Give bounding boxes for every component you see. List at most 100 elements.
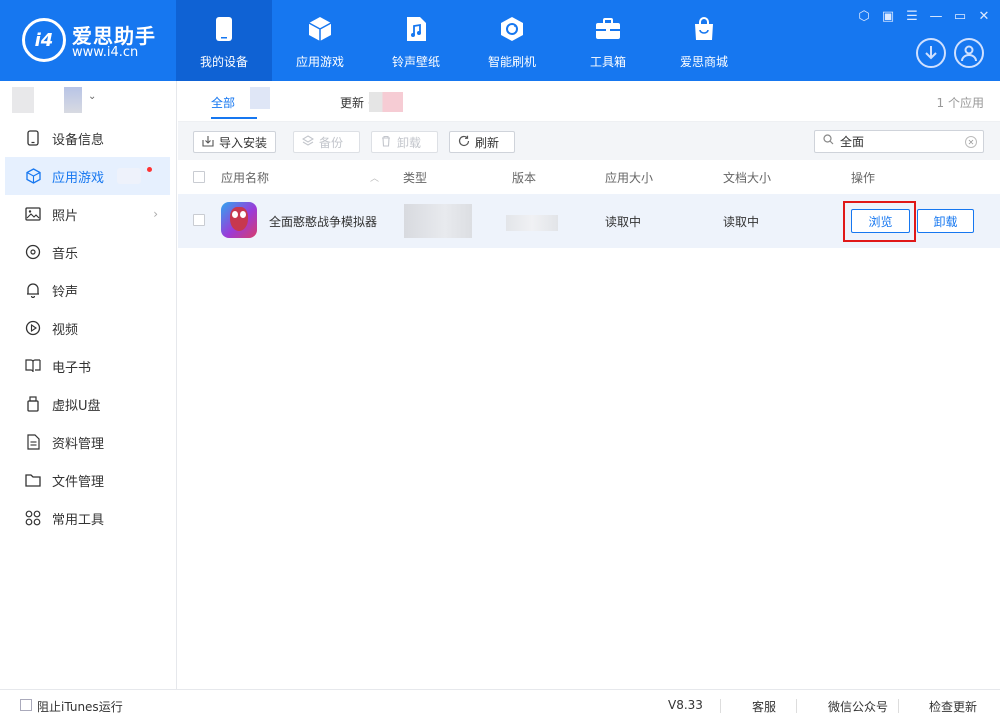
nav-my-device[interactable]: 我的设备	[176, 0, 272, 81]
sidebar-item-label: 应用游戏	[52, 170, 105, 186]
maximize-icon[interactable]: ▭	[952, 8, 968, 24]
nav-apps-games[interactable]: 应用游戏	[272, 0, 368, 81]
divider	[898, 699, 899, 713]
row-checkbox[interactable]	[193, 214, 205, 226]
col-type[interactable]: 类型	[403, 169, 427, 186]
highlight-annotation-box	[843, 201, 916, 242]
skin-icon[interactable]: ⬡	[856, 8, 872, 24]
nav-ringtones-wallpapers[interactable]: 铃声壁纸	[368, 0, 464, 81]
phone-outline-icon	[25, 130, 41, 146]
cube-icon	[306, 15, 334, 43]
backup-icon	[301, 134, 315, 150]
block-itunes-label: 阻止iTunes运行	[37, 700, 123, 714]
nav-smart-flash[interactable]: 智能刷机	[464, 0, 560, 81]
search-box: ✕	[814, 130, 984, 153]
col-app-name[interactable]: 应用名称	[221, 169, 269, 186]
nav-label: 工具箱	[589, 55, 626, 69]
chevron-right-icon: ›	[153, 207, 158, 221]
download-icon[interactable]	[916, 38, 946, 68]
device-selector[interactable]: ⌄	[0, 81, 176, 119]
app-count-redacted	[117, 168, 141, 184]
nav-label: 爱思商城	[679, 55, 728, 69]
sidebar-item-label: 视频	[52, 322, 79, 338]
clear-search-icon[interactable]: ✕	[965, 136, 977, 148]
sidebar-item-label: 文件管理	[52, 474, 105, 490]
sidebar-item-file-management[interactable]: 文件管理	[0, 461, 176, 499]
refresh-icon	[458, 135, 470, 150]
status-bar: 阻止iTunes运行 V8.33 客服 微信公众号 检查更新	[0, 689, 1000, 720]
customer-service-link[interactable]: 客服	[752, 698, 776, 715]
search-input[interactable]	[840, 134, 960, 149]
brand-url: www.i4.cn	[72, 45, 139, 60]
sidebar-item-device-info[interactable]: 设备信息	[0, 119, 176, 157]
app-tabs: 全部 更新 ( 1 个应用	[178, 81, 1000, 122]
type-redacted	[404, 204, 472, 238]
sidebar-item-videos[interactable]: 视频	[0, 309, 176, 347]
bell-icon	[25, 282, 41, 298]
wechat-account-link[interactable]: 微信公众号	[828, 698, 888, 715]
search-icon	[823, 134, 834, 149]
main-nav: 我的设备 应用游戏 铃声壁纸 智能刷机 工具箱 爱思商城	[176, 0, 752, 81]
import-install-label: 导入安装	[219, 135, 268, 150]
user-account-icon[interactable]	[954, 38, 984, 68]
col-version[interactable]: 版本	[512, 169, 536, 186]
refresh-button[interactable]: 刷新	[449, 131, 515, 153]
import-install-button[interactable]: 导入安装	[193, 131, 277, 153]
sidebar-item-virtual-udisk[interactable]: 虚拟U盘	[0, 385, 176, 423]
check-update-link[interactable]: 检查更新	[929, 698, 977, 715]
image-icon	[25, 206, 41, 222]
title-bar: i4 爱思助手 www.i4.cn 我的设备 应用游戏 铃声壁纸 智能刷机 工具…	[0, 0, 1000, 81]
nav-toolbox[interactable]: 工具箱	[560, 0, 656, 81]
tab-update-count-redacted	[369, 92, 403, 112]
sidebar-item-apps-games[interactable]: 应用游戏	[5, 157, 170, 195]
sidebar-item-common-tools[interactable]: 常用工具	[0, 499, 176, 537]
refresh-label: 刷新	[475, 135, 500, 150]
book-icon	[25, 358, 41, 374]
sidebar-item-label: 设备信息	[52, 132, 105, 148]
divider	[796, 699, 797, 713]
sidebar-item-label: 虚拟U盘	[52, 398, 101, 414]
document-icon	[25, 434, 41, 450]
main-content: 全部 更新 ( 1 个应用 导入安装 备份 卸载 刷新 ✕ 应用	[178, 81, 1000, 689]
toolbox-icon	[594, 15, 622, 43]
menu-icon[interactable]: ☰	[904, 8, 920, 24]
feedback-icon[interactable]: ▣	[880, 8, 896, 24]
app-icon-eye	[240, 211, 246, 218]
sidebar-item-label: 电子书	[52, 360, 92, 376]
close-icon[interactable]: ✕	[976, 8, 992, 24]
app-icon-eye	[232, 211, 238, 218]
chevron-down-icon[interactable]: ⌄	[88, 91, 96, 102]
col-app-size[interactable]: 应用大小	[605, 169, 653, 186]
tab-update[interactable]: 更新 (	[340, 94, 373, 111]
uninstall-button[interactable]: 卸载	[917, 209, 974, 233]
sidebar-item-music[interactable]: 音乐	[0, 233, 176, 271]
sidebar-item-data-management[interactable]: 资料管理	[0, 423, 176, 461]
app-count-label: 1 个应用	[936, 96, 984, 110]
window-controls: ⬡ ▣ ☰ — ▭ ✕	[856, 8, 992, 24]
sidebar-item-ebooks[interactable]: 电子书	[0, 347, 176, 385]
app-size-cell: 读取中	[605, 215, 642, 229]
nav-label: 我的设备	[199, 55, 248, 69]
sidebar: ⌄ 设备信息 应用游戏 照片 › 音乐 铃声 视频 电子书 虚拟U盘 资料管理 …	[0, 81, 177, 689]
tab-all[interactable]: 全部	[211, 94, 235, 111]
sidebar-item-ringtones[interactable]: 铃声	[0, 271, 176, 309]
toolbar: 导入安装 备份 卸载 刷新 ✕	[178, 122, 1000, 160]
block-itunes-checkbox[interactable]	[20, 699, 32, 711]
backup-button[interactable]: 备份	[293, 131, 360, 153]
nav-i4-store[interactable]: 爱思商城	[656, 0, 752, 81]
version-redacted	[506, 215, 558, 231]
col-doc-size[interactable]: 文档大小	[723, 169, 771, 186]
sidebar-menu: 设备信息 应用游戏 照片 › 音乐 铃声 视频 电子书 虚拟U盘 资料管理 文件…	[0, 119, 176, 537]
uninstall-toolbar-button[interactable]: 卸载	[371, 131, 438, 153]
play-circle-icon	[25, 320, 41, 336]
select-all-checkbox[interactable]	[193, 171, 205, 183]
minimize-icon[interactable]: —	[928, 8, 944, 24]
import-icon	[202, 135, 214, 150]
sidebar-item-photos[interactable]: 照片 ›	[0, 195, 176, 233]
version-label: V8.33	[668, 698, 703, 712]
phone-icon	[210, 15, 238, 43]
shopping-bag-icon	[690, 15, 718, 43]
sort-caret-icon[interactable]: ︿	[370, 171, 379, 184]
nav-label: 智能刷机	[487, 55, 536, 69]
nav-label: 应用游戏	[295, 55, 344, 69]
